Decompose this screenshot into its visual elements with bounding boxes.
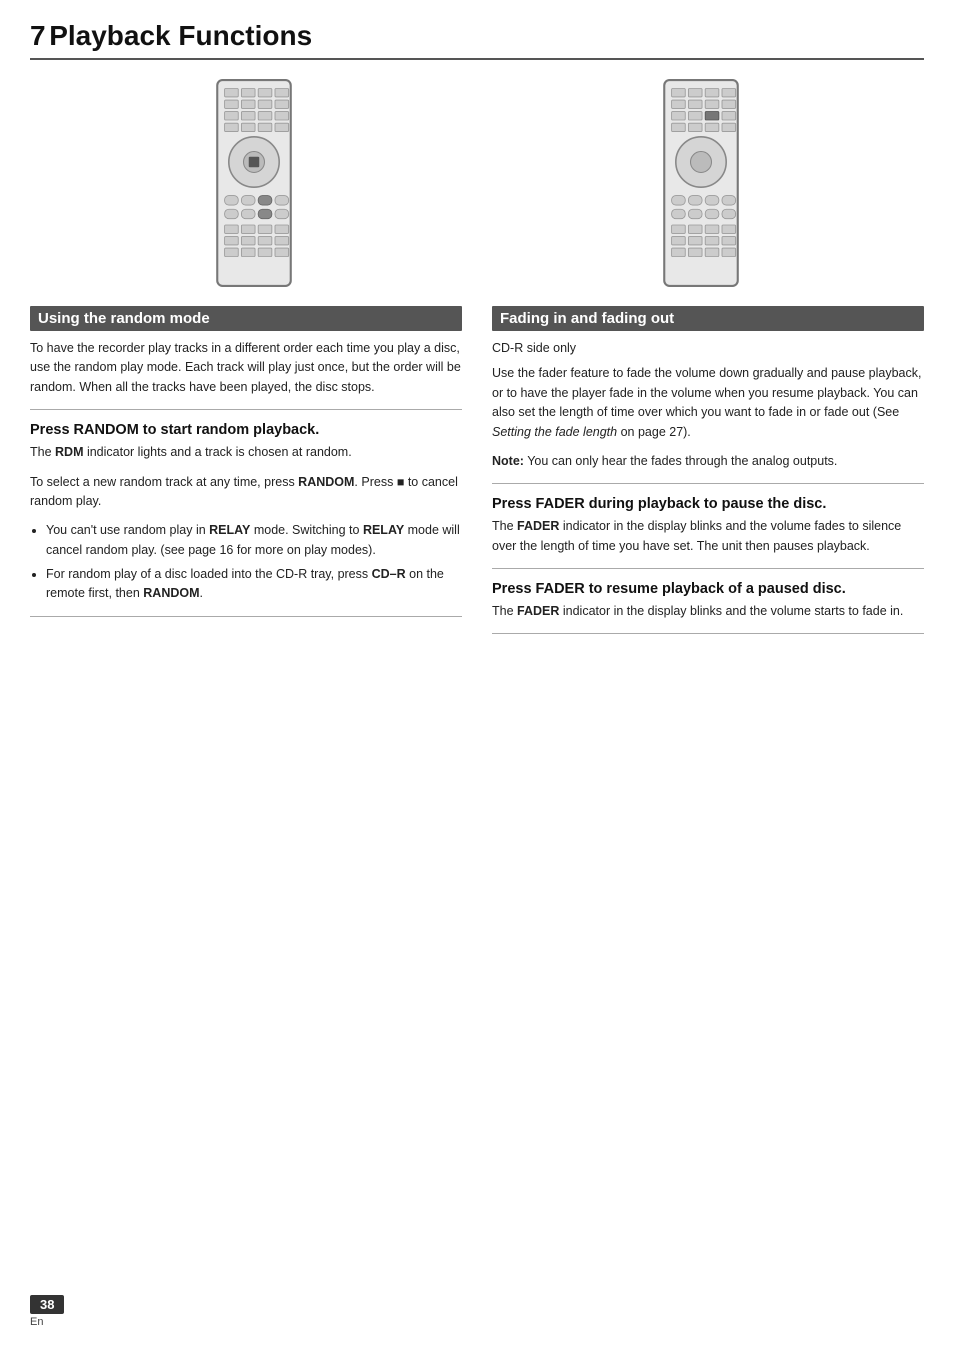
remote-right-image [636,78,766,288]
right-sub1-body: The FADER indicator in the display blink… [492,517,924,556]
divider-right-1 [492,483,924,484]
page-lang: En [30,1316,43,1328]
right-section-header: Fading in and fading out [492,306,924,331]
left-section-intro: To have the recorder play tracks in a di… [30,339,462,397]
images-row [30,78,924,288]
left-subsection-body-2: To select a new random track at any time… [30,473,462,512]
left-column: Using the random mode To have the record… [30,306,462,646]
divider-right-2 [492,568,924,569]
left-section-header: Using the random mode [30,306,462,331]
right-note: Note: You can only hear the fades throug… [492,452,924,471]
page: 7 Playback Functions [0,0,954,1348]
left-subsection-body-1: The RDM indicator lights and a track is … [30,443,462,462]
divider-left-bottom [30,616,462,617]
right-column: Fading in and fading out CD-R side only … [492,306,924,646]
page-title: Playback Functions [49,20,312,51]
divider-1 [30,409,462,410]
page-title-area: 7 Playback Functions [30,20,924,60]
left-subsection-title: Press RANDOM to start random playback. [30,422,462,438]
right-sub1-title: Press FADER during playback to pause the… [492,496,924,512]
main-content: Using the random mode To have the record… [30,306,924,646]
right-sub2-title: Press FADER to resume playback of a paus… [492,581,924,597]
bullet-item-1: You can't use random play in RELAY mode.… [46,521,462,560]
chapter-number: 7 [30,20,46,51]
right-sub-header: CD-R side only [492,339,924,358]
divider-right-bottom [492,633,924,634]
page-number: 38 [30,1295,64,1314]
page-footer: 38 En [30,1295,64,1328]
bullet-item-2: For random play of a disc loaded into th… [46,565,462,604]
right-sub2-body: The FADER indicator in the display blink… [492,602,924,621]
remote-left-image [189,78,319,288]
left-bullet-list: You can't use random play in RELAY mode.… [46,521,462,604]
right-section-intro: Use the fader feature to fade the volume… [492,364,924,442]
